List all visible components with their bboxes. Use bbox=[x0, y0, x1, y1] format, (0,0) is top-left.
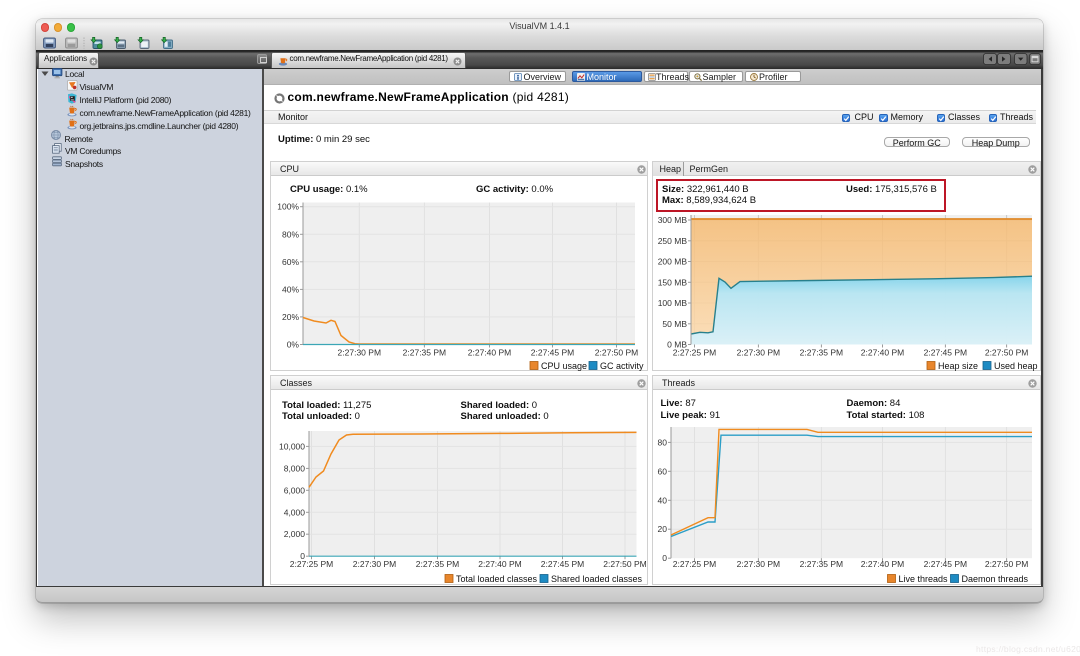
svg-text:Used heap: Used heap bbox=[994, 361, 1038, 371]
svg-text:20: 20 bbox=[658, 524, 668, 534]
svg-text:2:27:40 PM: 2:27:40 PM bbox=[478, 559, 521, 569]
svg-text:2:27:30 PM: 2:27:30 PM bbox=[338, 348, 381, 358]
svg-text:4,000: 4,000 bbox=[284, 507, 306, 517]
svg-text:2:27:45 PM: 2:27:45 PM bbox=[924, 348, 967, 358]
svg-text:2:27:45 PM: 2:27:45 PM bbox=[541, 559, 584, 569]
svg-text:2:27:45 PM: 2:27:45 PM bbox=[924, 559, 967, 569]
svg-text:2:27:40 PM: 2:27:40 PM bbox=[468, 348, 511, 358]
svg-text:8,000: 8,000 bbox=[284, 463, 306, 473]
svg-text:2:27:40 PM: 2:27:40 PM bbox=[861, 348, 904, 358]
svg-text:2:27:50 PM: 2:27:50 PM bbox=[595, 348, 638, 358]
svg-text:2:27:25 PM: 2:27:25 PM bbox=[290, 559, 333, 569]
svg-text:250 MB: 250 MB bbox=[658, 236, 688, 246]
svg-text:2:27:35 PM: 2:27:35 PM bbox=[403, 348, 446, 358]
svg-text:2:27:25 PM: 2:27:25 PM bbox=[673, 559, 716, 569]
svg-text:200 MB: 200 MB bbox=[658, 257, 688, 267]
svg-text:2:27:40 PM: 2:27:40 PM bbox=[861, 559, 904, 569]
svg-text:2:27:50 PM: 2:27:50 PM bbox=[985, 348, 1028, 358]
svg-text:6,000: 6,000 bbox=[284, 485, 306, 495]
svg-text:2:27:35 PM: 2:27:35 PM bbox=[416, 559, 459, 569]
svg-text:Total loaded classes: Total loaded classes bbox=[456, 574, 538, 584]
svg-text:50 MB: 50 MB bbox=[662, 319, 687, 329]
svg-text:60: 60 bbox=[658, 466, 668, 476]
svg-text:80: 80 bbox=[658, 437, 668, 447]
svg-text:20%: 20% bbox=[282, 312, 299, 322]
svg-text:GC activity: GC activity bbox=[600, 361, 644, 371]
svg-text:Live threads: Live threads bbox=[899, 574, 949, 584]
svg-text:150 MB: 150 MB bbox=[658, 277, 688, 287]
svg-text:2:27:45 PM: 2:27:45 PM bbox=[531, 348, 574, 358]
svg-text:40%: 40% bbox=[282, 284, 299, 294]
svg-text:100 MB: 100 MB bbox=[658, 298, 688, 308]
svg-text:2:27:50 PM: 2:27:50 PM bbox=[985, 559, 1028, 569]
svg-text:10,000: 10,000 bbox=[279, 441, 305, 451]
svg-text:CPU usage: CPU usage bbox=[541, 361, 587, 371]
svg-text:2:27:30 PM: 2:27:30 PM bbox=[737, 348, 780, 358]
svg-text:2,000: 2,000 bbox=[284, 529, 306, 539]
svg-text:80%: 80% bbox=[282, 229, 299, 239]
svg-text:2:27:30 PM: 2:27:30 PM bbox=[737, 559, 780, 569]
svg-text:0%: 0% bbox=[287, 340, 300, 350]
svg-text:2:27:30 PM: 2:27:30 PM bbox=[353, 559, 396, 569]
svg-text:40: 40 bbox=[658, 495, 668, 505]
svg-text:60%: 60% bbox=[282, 257, 299, 267]
svg-text:Shared loaded classes: Shared loaded classes bbox=[551, 574, 643, 584]
svg-text:Daemon threads: Daemon threads bbox=[962, 574, 1029, 584]
svg-text:Heap size: Heap size bbox=[938, 361, 978, 371]
svg-text:2:27:25 PM: 2:27:25 PM bbox=[673, 348, 716, 358]
svg-text:300 MB: 300 MB bbox=[658, 215, 688, 225]
svg-text:2:27:35 PM: 2:27:35 PM bbox=[800, 559, 843, 569]
svg-text:2:27:50 PM: 2:27:50 PM bbox=[603, 559, 646, 569]
svg-text:100%: 100% bbox=[277, 202, 299, 212]
svg-text:2:27:35 PM: 2:27:35 PM bbox=[800, 348, 843, 358]
svg-text:0: 0 bbox=[662, 553, 667, 563]
